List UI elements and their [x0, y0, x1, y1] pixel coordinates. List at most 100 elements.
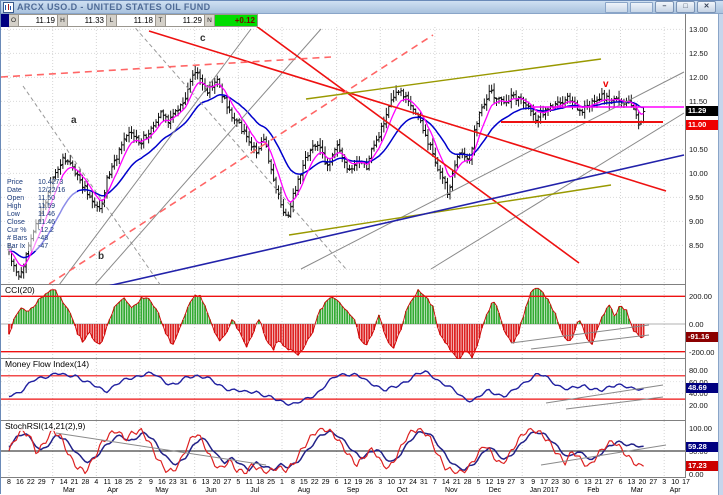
info-label: Price — [7, 179, 23, 186]
stochrsi-indicator-pane[interactable]: StochRSI(14,21(2),9) — [1, 421, 685, 478]
price-axis-label-12.50: 12.50 — [689, 49, 708, 59]
titlebar-tool-button-2[interactable] — [630, 1, 653, 13]
info-value: 11.46 — [38, 219, 55, 226]
cci-value-chip: -91.16 — [686, 331, 720, 342]
quote-field-label-H: H — [58, 14, 68, 27]
cci-indicator-pane[interactable]: CCI(20) — [1, 285, 685, 359]
info-value: 11.46 — [38, 211, 55, 218]
month-label-Jun: Jun — [205, 487, 217, 494]
price-axis-label-9.50: 9.50 — [689, 193, 704, 203]
info-label: Date — [7, 187, 22, 194]
mfi-value-chip: 48.69 — [686, 383, 720, 394]
price-axis-column: 13.00 12.50 12.00 11.50 10.50 10.00 9.50 9.00 8.… — [685, 14, 720, 479]
month-label-Feb: Feb — [587, 487, 600, 494]
info-row: Cur % -12.2 — [7, 227, 77, 235]
info-value: 10.4273 — [38, 179, 64, 186]
month-label-Jul: Jul — [250, 487, 260, 494]
info-label: # Bars — [7, 235, 28, 242]
titlebar-tool-button-1[interactable] — [605, 1, 628, 13]
price-chart-canvas — [1, 27, 685, 285]
stochrsi-value-chip-17.23: 17.23 — [686, 461, 720, 472]
quote-field-value-H: 11.33 — [68, 14, 107, 27]
change-label: N — [205, 14, 215, 27]
info-label: Close — [7, 219, 25, 226]
price-axis-label-10.00: 10.00 — [689, 169, 708, 179]
month-label-Dec: Dec — [488, 487, 502, 494]
info-value: 12/22/16 — [38, 187, 66, 194]
info-label: Low — [7, 211, 20, 218]
month-label-Apr: Apr — [669, 487, 681, 494]
month-label-Oct: Oct — [396, 487, 408, 494]
price-axis-label-12.00: 12.00 — [689, 73, 708, 83]
app-window: { "window": { "title": "ARCX USO.D - UNI… — [0, 0, 723, 495]
price-axis-chip-11.29: 11.29 — [686, 106, 720, 117]
month-label-Apr: Apr — [107, 487, 119, 494]
info-row: Close 11.46 — [7, 219, 77, 227]
price-axis-chip-11.00: 11.00 — [686, 120, 720, 131]
change-value: +0.12 — [215, 14, 258, 27]
quote-field-label-L: L — [107, 14, 117, 27]
price-axis-label-8.50: 8.50 — [689, 241, 704, 251]
info-label: High — [7, 203, 22, 210]
month-label-Jan2017: Jan 2017 — [529, 487, 559, 494]
quote-field-label-O: O — [9, 14, 19, 27]
quote-field-value-O: 11.19 — [19, 14, 58, 27]
info-value: 11.50 — [38, 195, 55, 202]
mfi-canvas — [1, 359, 685, 421]
info-value: -47 — [38, 243, 49, 250]
mfi-indicator-pane[interactable]: Money Flow Index(14) — [1, 359, 685, 421]
price-chart-pane[interactable]: Price 10.4273 Date 12/22/16 Open 11.50 High 11.… — [1, 27, 685, 285]
date-tick-Apr-17: 17 — [682, 479, 690, 486]
info-value: 11.59 — [38, 203, 55, 210]
info-label: Cur % — [7, 227, 27, 234]
annotation-v: v — [603, 79, 609, 90]
price-axis-label-13.00: 13.00 — [689, 25, 708, 35]
quote-field-value-T: 11.29 — [166, 14, 205, 27]
info-row: Price 10.4273 — [7, 179, 77, 187]
title-bar: ARCX USO.D - UNITED STATES OIL FUND – □ … — [1, 1, 723, 14]
month-label-Sep: Sep — [346, 487, 360, 494]
info-row: Low 11.46 — [7, 211, 77, 219]
quote-field-value-L: 11.18 — [117, 14, 156, 27]
info-row: # Bars -48 — [7, 235, 77, 243]
stochrsi-pane-label: StochRSI(14,21(2),9) — [3, 421, 88, 431]
cci-axis-label--200.00: -200.00 — [689, 347, 715, 357]
crosshair-info-panel: Price 10.4273 Date 12/22/16 Open 11.50 High 11.… — [7, 179, 77, 251]
quote-field-label-T: T — [156, 14, 166, 27]
info-value: -48 — [38, 235, 49, 242]
close-button[interactable]: ✕ — [697, 1, 716, 13]
info-row: Date 12/22/16 — [7, 187, 77, 195]
info-label: Bar Ix — [7, 243, 26, 250]
price-axis-label-10.50: 10.50 — [689, 145, 708, 155]
price-axis-label-9.00: 9.00 — [689, 217, 704, 227]
month-label-May: May — [155, 487, 169, 494]
quote-bar: O 11.19 H 11.33 L 11.18 T 11.29 N +0.12 — [1, 14, 723, 27]
window-right-frame — [718, 14, 723, 495]
cci-axis-label-200.00: 200.00 — [689, 292, 712, 302]
annotation-b: b — [98, 251, 105, 262]
date-axis: 8 16 22 29 7 14 21 28 Mar 4 11 18 25 Apr 2 9 16 23 31 May 6 1… — [1, 478, 723, 495]
cci-axis-label-0.00: 0.00 — [689, 320, 704, 329]
cci-canvas — [1, 285, 685, 359]
annotation-c: c — [200, 33, 206, 44]
annotation-a: a — [71, 115, 77, 126]
app-icon[interactable] — [3, 1, 14, 13]
stochrsi-axis-label-0.00: 0.00 — [689, 470, 704, 479]
restore-button[interactable]: □ — [676, 1, 695, 13]
stochrsi-axis-label-100.00: 100.00 — [689, 424, 712, 433]
mfi-axis-label-80.00: 80.00 — [689, 366, 708, 375]
info-label: Open — [7, 195, 25, 202]
mfi-pane-label: Money Flow Index(14) — [3, 359, 92, 369]
month-label-Nov: Nov — [445, 487, 458, 494]
info-row: High 11.59 — [7, 203, 77, 211]
month-label-Mar: Mar — [630, 487, 643, 494]
stochrsi-value-chip-59.28: 59.28 — [686, 441, 720, 452]
month-label-Aug: Aug — [297, 487, 311, 494]
stochrsi-canvas — [1, 421, 685, 478]
mfi-axis-label-20.00: 20.00 — [689, 400, 708, 410]
window-title: ARCX USO.D - UNITED STATES OIL FUND — [17, 2, 211, 12]
info-row: Bar Ix -47 — [7, 243, 77, 251]
month-label-Mar: Mar — [63, 487, 76, 494]
info-value: -12.2 — [38, 227, 54, 234]
minimize-button[interactable]: – — [655, 1, 674, 13]
